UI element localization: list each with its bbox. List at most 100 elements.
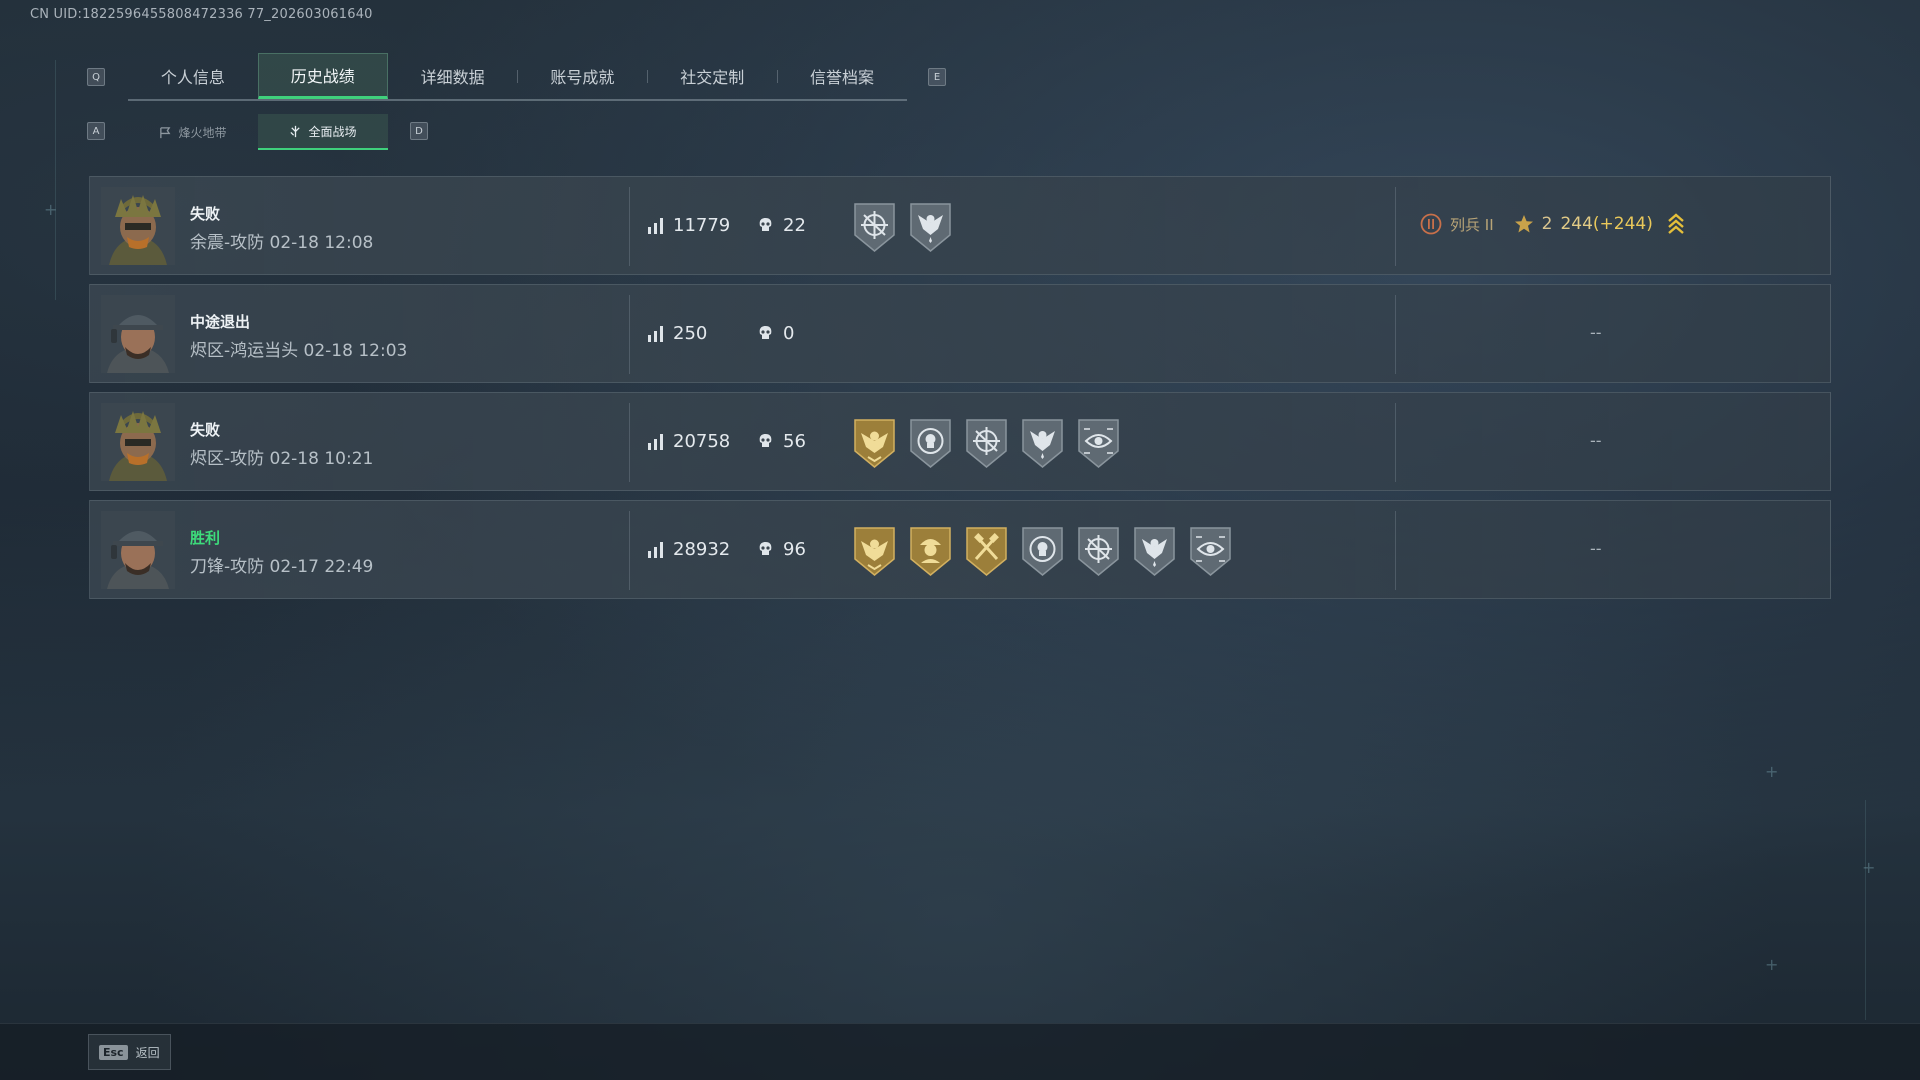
match-row[interactable]: 失败 烬区-攻防 02-18 10:21 20758 56 -- bbox=[89, 392, 1831, 491]
star-icon bbox=[1514, 215, 1533, 233]
rank-points-delta: (+244) bbox=[1592, 214, 1653, 234]
crosshair-medal-icon[interactable] bbox=[1076, 525, 1121, 577]
divider bbox=[1395, 511, 1396, 590]
gold-eagle-medal-icon[interactable] bbox=[852, 417, 897, 469]
tab-achievements[interactable]: 账号成就 bbox=[517, 53, 647, 99]
bottom-bar bbox=[0, 1023, 1920, 1080]
skull-icon bbox=[759, 541, 772, 555]
kills-value: 96 bbox=[783, 539, 806, 560]
eye-medal-icon[interactable] bbox=[1076, 417, 1121, 469]
match-result: 中途退出 bbox=[190, 313, 251, 331]
tab-personal-info[interactable]: 个人信息 bbox=[128, 53, 258, 99]
match-score: 28932 bbox=[647, 539, 730, 560]
tab-match-history[interactable]: 历史战绩 bbox=[257, 53, 388, 99]
decor-line bbox=[1865, 800, 1866, 1020]
decor-plus: + bbox=[44, 200, 58, 219]
match-result: 失败 bbox=[190, 421, 221, 439]
tab-reputation[interactable]: 信誉档案 bbox=[777, 53, 907, 99]
score-bars-icon bbox=[648, 541, 663, 558]
match-result: 胜利 bbox=[190, 529, 221, 547]
cap-soldier-icon bbox=[101, 511, 175, 589]
medal-list bbox=[852, 201, 953, 253]
match-row[interactable]: 胜利 刀锋-攻防 02-17 22:49 28932 96 -- bbox=[89, 500, 1831, 599]
gold-soldier-medal-icon[interactable] bbox=[908, 525, 953, 577]
avatar bbox=[101, 511, 175, 589]
score-value: 250 bbox=[673, 323, 708, 344]
rank-placeholder: -- bbox=[1590, 539, 1602, 558]
match-mode-time: 烬区-鸿运当头 02-18 12:03 bbox=[190, 341, 408, 361]
match-kills: 0 bbox=[757, 323, 794, 344]
decor-plus: + bbox=[1765, 762, 1779, 781]
subtab-prev-key[interactable]: A bbox=[87, 122, 105, 140]
back-button[interactable]: Esc 返回 bbox=[88, 1034, 171, 1070]
rank-placeholder: -- bbox=[1590, 431, 1602, 450]
eagle-medal-icon[interactable] bbox=[908, 201, 953, 253]
eagle-medal-icon[interactable] bbox=[1132, 525, 1177, 577]
avatar bbox=[101, 187, 175, 265]
match-kills: 22 bbox=[757, 215, 806, 236]
decor-line bbox=[55, 60, 56, 300]
subtab-battlefield[interactable]: 全面战场 bbox=[258, 114, 388, 150]
eagle-medal-icon[interactable] bbox=[1020, 417, 1065, 469]
target-medal-icon[interactable] bbox=[908, 417, 953, 469]
uid-label: CN UID:1822596455808472336 77_2026030616… bbox=[30, 7, 373, 22]
rank-placeholder: -- bbox=[1590, 323, 1602, 342]
rank-badge-icon bbox=[1420, 213, 1442, 235]
match-row[interactable]: 失败 余震-攻防 02-18 12:08 11779 22 列兵 II 2 24… bbox=[89, 176, 1831, 275]
subtab-extraction[interactable]: 烽火地带 bbox=[128, 114, 258, 150]
crosshair-medal-icon[interactable] bbox=[964, 417, 1009, 469]
rank-stars: 2 bbox=[1541, 214, 1553, 234]
helmet-soldier-icon bbox=[101, 187, 175, 265]
score-value: 28932 bbox=[673, 539, 731, 560]
match-mode-time: 刀锋-攻防 02-17 22:49 bbox=[190, 557, 374, 577]
match-mode-time: 余震-攻防 02-18 12:08 bbox=[190, 233, 374, 253]
divider bbox=[629, 187, 630, 266]
rank-name: 列兵 II bbox=[1450, 215, 1494, 234]
tab-social[interactable]: 社交定制 bbox=[647, 53, 777, 99]
score-value: 11779 bbox=[673, 215, 731, 236]
target-medal-icon[interactable] bbox=[1020, 525, 1065, 577]
gold-eagle-medal-icon[interactable] bbox=[852, 525, 897, 577]
match-row[interactable]: 中途退出 烬区-鸿运当头 02-18 12:03 250 0 -- bbox=[89, 284, 1831, 383]
esc-key: Esc bbox=[99, 1044, 128, 1060]
rank-points: 244 bbox=[1560, 214, 1593, 234]
divider bbox=[629, 511, 630, 590]
rank-info: 列兵 II 2 244 (+244) bbox=[1420, 213, 1685, 235]
tab-detailed-stats[interactable]: 详细数据 bbox=[388, 53, 518, 99]
score-bars-icon bbox=[648, 433, 663, 450]
main-tabs: 个人信息 历史战绩 详细数据 账号成就 社交定制 信誉档案 bbox=[128, 53, 907, 101]
eye-medal-icon[interactable] bbox=[1188, 525, 1233, 577]
subtab-extraction-label: 烽火地带 bbox=[178, 125, 227, 140]
cap-soldier-icon bbox=[101, 295, 175, 373]
skull-icon bbox=[759, 433, 772, 447]
subtab-battlefield-label: 全面战场 bbox=[308, 124, 357, 139]
avatar bbox=[101, 403, 175, 481]
tab-prev-key[interactable]: Q bbox=[87, 68, 105, 86]
battlefield-icon bbox=[290, 125, 301, 137]
match-score: 20758 bbox=[647, 431, 730, 452]
gold-tools-medal-icon[interactable] bbox=[964, 525, 1009, 577]
score-bars-icon bbox=[648, 217, 663, 234]
decor-plus: + bbox=[1765, 955, 1779, 974]
crosshair-medal-icon[interactable] bbox=[852, 201, 897, 253]
match-history-list: 失败 余震-攻防 02-18 12:08 11779 22 列兵 II 2 24… bbox=[89, 176, 1831, 608]
helmet-soldier-icon bbox=[101, 403, 175, 481]
tab-next-key[interactable]: E bbox=[928, 68, 946, 86]
divider bbox=[629, 403, 630, 482]
flag-icon bbox=[160, 126, 171, 138]
score-bars-icon bbox=[648, 325, 663, 342]
ghost-title-decoration bbox=[40, 22, 68, 87]
skull-icon bbox=[759, 217, 772, 231]
rank-up-chevron-icon bbox=[1668, 213, 1684, 234]
match-score: 250 bbox=[647, 323, 707, 344]
divider bbox=[1395, 295, 1396, 374]
medal-list bbox=[852, 525, 1233, 577]
kills-value: 22 bbox=[783, 215, 806, 236]
skull-icon bbox=[759, 325, 772, 339]
divider bbox=[1395, 187, 1396, 266]
divider bbox=[629, 295, 630, 374]
subtab-next-key[interactable]: D bbox=[410, 122, 428, 140]
match-kills: 96 bbox=[757, 539, 806, 560]
decor-plus: + bbox=[1862, 858, 1876, 877]
score-value: 20758 bbox=[673, 431, 731, 452]
